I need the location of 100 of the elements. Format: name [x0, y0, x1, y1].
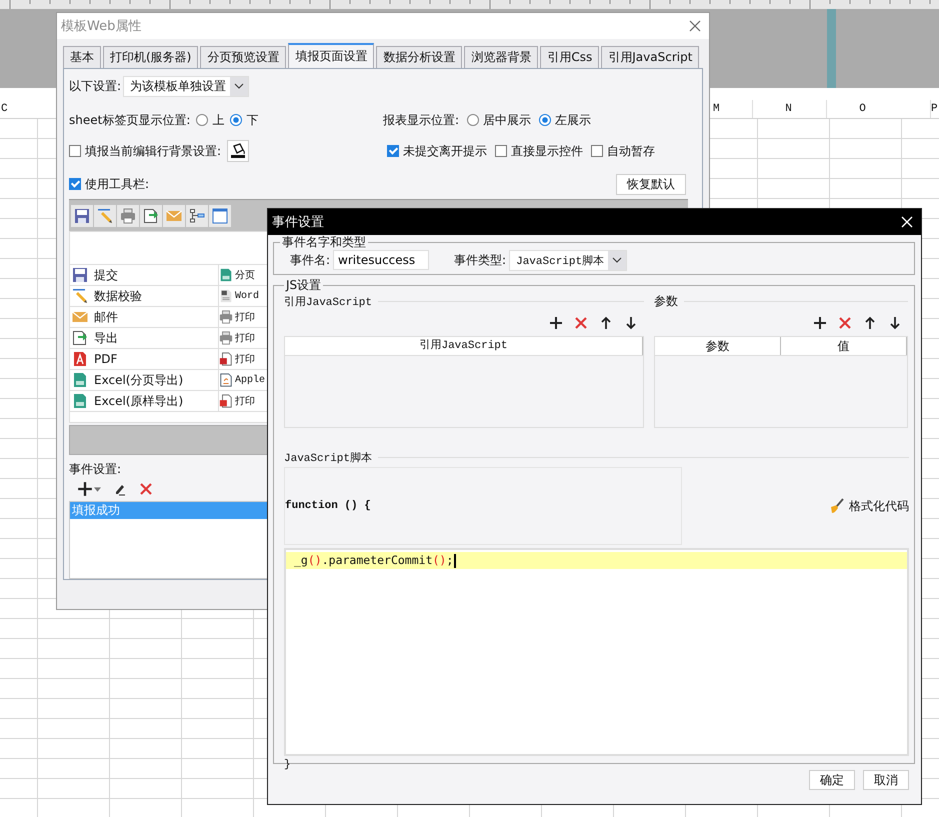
- delete-icon[interactable]: [574, 316, 588, 330]
- event-type-dropdown[interactable]: JavaScript脚本: [509, 250, 628, 270]
- section-title: 引用JavaScript: [284, 295, 372, 308]
- move-up-icon[interactable]: [863, 316, 877, 330]
- delete-icon[interactable]: [838, 316, 852, 330]
- applet-icon: [219, 373, 233, 387]
- delete-icon[interactable]: [139, 482, 153, 496]
- checkbox-label: 未提交离开提示: [403, 142, 487, 160]
- column-header[interactable]: C: [1, 100, 13, 118]
- radio-label: 上: [212, 112, 224, 128]
- window-title: 模板Web属性: [61, 18, 142, 35]
- field-label: 报表显示位置:: [383, 112, 460, 128]
- checkbox-label: 自动暂存: [607, 142, 655, 160]
- checkbox[interactable]: [495, 145, 507, 157]
- checkbox[interactable]: [69, 178, 81, 190]
- radio-button[interactable]: [467, 114, 480, 126]
- add-icon[interactable]: [813, 316, 827, 330]
- list-item[interactable]: 打印: [218, 349, 265, 369]
- tab[interactable]: 分页预览设置: [200, 46, 286, 68]
- field-label: 事件类型:: [454, 252, 506, 268]
- add-icon: [77, 481, 93, 497]
- list-item[interactable]: 数据校验: [70, 286, 218, 306]
- code-text: function () {: [285, 500, 371, 512]
- radio-button[interactable]: [196, 114, 208, 126]
- paint-bucket-icon: [230, 143, 246, 159]
- list-item[interactable]: Excel(分页导出): [70, 370, 218, 390]
- radio-label: 下: [246, 112, 258, 128]
- tab[interactable]: 引用Css: [540, 46, 600, 68]
- list-item[interactable]: 打印: [218, 307, 265, 327]
- column-header[interactable]: M: [711, 100, 752, 118]
- tab[interactable]: 填报页面设置: [288, 43, 374, 68]
- radio-label: 左展示: [555, 112, 592, 128]
- pencil-icon: [72, 288, 88, 304]
- checkbox[interactable]: [591, 145, 603, 157]
- field-label: 以下设置:: [69, 78, 122, 94]
- column-header[interactable]: O: [826, 100, 898, 118]
- printer-icon: [219, 331, 233, 345]
- flash-document-icon: [219, 352, 233, 366]
- radio-button[interactable]: [539, 114, 552, 126]
- export-icon: [72, 330, 88, 346]
- column-header[interactable]: 值: [781, 337, 907, 355]
- pdf-document-icon: [219, 394, 233, 408]
- fill-color-button[interactable]: [227, 140, 250, 162]
- list-item[interactable]: 提交: [70, 265, 218, 285]
- restore-defaults-button[interactable]: 恢复默认: [616, 174, 686, 194]
- document-icon: [219, 289, 233, 303]
- column-header[interactable]: N: [752, 100, 824, 118]
- format-code-button[interactable]: 格式化代码: [829, 498, 909, 514]
- section-title: 参数: [654, 292, 678, 310]
- pencil-icon: [97, 208, 113, 224]
- tab[interactable]: 数据分析设置: [376, 46, 462, 68]
- checkbox-label: 直接显示控件: [511, 142, 583, 160]
- tree-list-icon: [189, 208, 205, 224]
- column-header[interactable]: 引用JavaScript: [285, 337, 643, 355]
- move-down-icon[interactable]: [888, 316, 902, 330]
- tab[interactable]: 引用JavaScript: [601, 46, 700, 68]
- list-item[interactable]: Excel(原样导出): [70, 391, 218, 411]
- add-icon[interactable]: [549, 316, 563, 330]
- spreadsheet-icon: [72, 372, 88, 388]
- broom-icon: [829, 498, 845, 514]
- edit-icon[interactable]: [113, 482, 127, 496]
- checkbox[interactable]: [69, 145, 81, 157]
- section-title: JavaScript脚本: [284, 451, 372, 464]
- spreadsheet-icon: [72, 393, 88, 409]
- event-name-field[interactable]: writesuccess: [333, 250, 430, 270]
- move-down-icon[interactable]: [624, 316, 638, 330]
- caret-icon: [234, 83, 244, 89]
- dialog-button[interactable]: 取消: [863, 770, 909, 790]
- list-item[interactable]: 分页: [218, 265, 265, 285]
- list-item[interactable]: 打印: [218, 328, 265, 348]
- list-item[interactable]: 导出: [70, 328, 218, 348]
- list-item[interactable]: 打印: [218, 391, 265, 411]
- floppy-icon: [72, 267, 88, 283]
- radio-button[interactable]: [230, 114, 242, 126]
- list-item[interactable]: Word: [218, 286, 265, 306]
- add-dropdown-button[interactable]: [77, 481, 101, 497]
- list-item[interactable]: Apple: [218, 370, 265, 390]
- tab[interactable]: 打印机(服务器): [103, 46, 198, 68]
- column-header[interactable]: P: [930, 100, 939, 118]
- radio-label: 居中展示: [483, 112, 532, 128]
- code-editor[interactable]: _g().parameterCommit();: [284, 548, 909, 756]
- window-title: 事件设置: [272, 214, 324, 231]
- pdf-icon: [72, 351, 88, 367]
- export-icon: [143, 208, 159, 224]
- tab[interactable]: 浏览器背景: [464, 46, 538, 68]
- dialog-button[interactable]: 确定: [809, 770, 855, 790]
- floppy-icon: [74, 208, 90, 224]
- group-title: JS设置: [284, 278, 322, 292]
- window-icon: [212, 208, 228, 224]
- tab[interactable]: 基本: [63, 46, 101, 68]
- list-item[interactable]: 邮件: [70, 307, 218, 327]
- envelope-icon: [166, 208, 182, 224]
- column-header[interactable]: 参数: [655, 337, 781, 355]
- checkbox-label: 填报当前编辑行背景设置:: [85, 142, 222, 160]
- list-item[interactable]: PDF: [70, 349, 218, 369]
- checkbox[interactable]: [387, 145, 399, 157]
- move-up-icon[interactable]: [599, 316, 613, 330]
- scope-dropdown[interactable]: 为该模板单独设置: [123, 76, 250, 96]
- spreadsheet-icon: [219, 268, 233, 282]
- field-label: 事件名:: [290, 252, 330, 268]
